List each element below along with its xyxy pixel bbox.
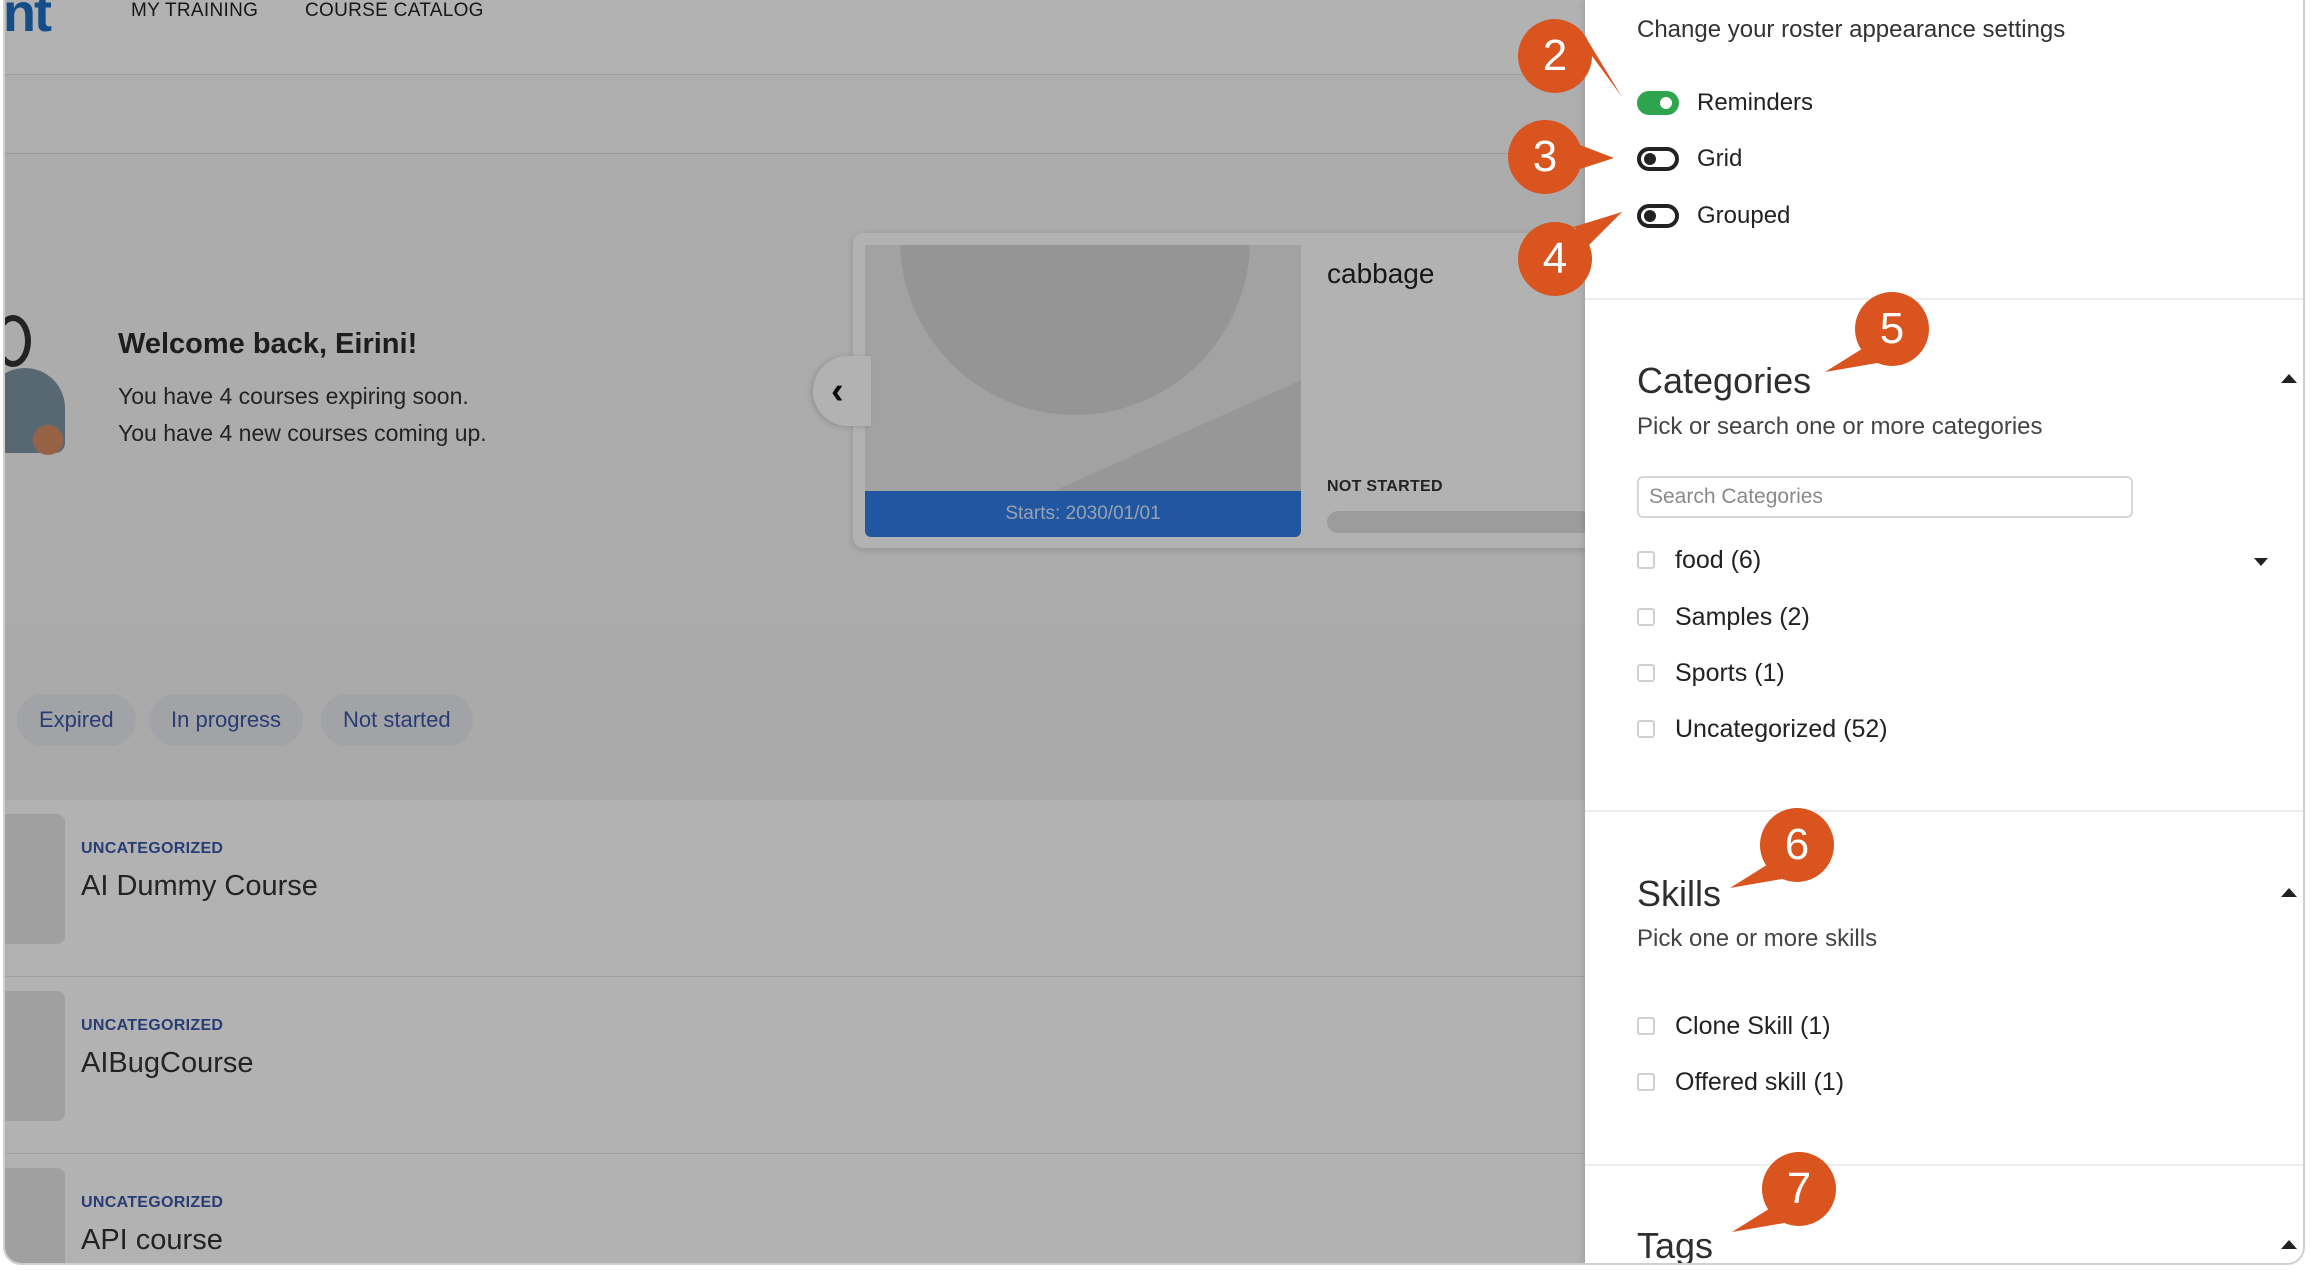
callout-number: 6 [1784,820,1810,869]
callout-marker: 5 [1825,292,1929,372]
callout-marker: 3 [1508,120,1614,194]
callout-number: 7 [1786,1164,1812,1213]
callout-number: 2 [1542,31,1568,80]
grouped-toggle[interactable] [1637,204,1679,228]
reminders-label: Reminders [1697,89,1814,116]
category-checkbox-samples[interactable] [1637,608,1655,626]
caret-up-icon[interactable] [2281,1240,2297,1249]
category-label-sports[interactable]: Sports (1) [1675,659,1785,688]
settings-panel: Change your roster appearance settings R… [1585,0,2303,1263]
grid-label: Grid [1697,145,1743,172]
skill-label-clone[interactable]: Clone Skill (1) [1675,1012,1831,1041]
tags-heading[interactable]: Tags [1637,1225,1713,1263]
callout-marker: 7 [1732,1152,1836,1232]
grouped-label: Grouped [1697,202,1791,229]
category-label-samples[interactable]: Samples (2) [1675,603,1810,632]
categories-subtitle: Pick or search one or more categories [1637,413,2043,440]
callout-number: 5 [1879,304,1905,353]
callout-number: 4 [1542,234,1568,283]
app-background: nt MY TRAINING COURSE CATALOG Welcome ba… [5,0,1585,1263]
skill-checkbox-clone[interactable] [1637,1017,1655,1035]
appearance-description: Change your roster appearance settings [1637,16,2066,43]
categories-heading[interactable]: Categories [1637,360,1811,402]
screenshot-frame: nt MY TRAINING COURSE CATALOG Welcome ba… [3,0,2305,1265]
callout-marker: 2 [1518,19,1622,97]
category-label-uncategorized[interactable]: Uncategorized (52) [1675,715,1888,744]
section-divider [1585,298,2303,300]
caret-down-icon[interactable] [2254,558,2268,566]
category-label-food[interactable]: food (6) [1675,546,1761,575]
callout-marker: 6 [1730,808,1834,888]
modal-backdrop[interactable] [5,0,1585,1263]
skill-checkbox-offered[interactable] [1637,1073,1655,1091]
category-checkbox-uncategorized[interactable] [1637,720,1655,738]
callout-number: 3 [1532,132,1558,181]
category-checkbox-food[interactable] [1637,551,1655,569]
skill-label-offered[interactable]: Offered skill (1) [1675,1068,1844,1097]
section-divider [1585,810,2303,812]
caret-up-icon[interactable] [2281,374,2297,383]
section-divider [1585,1164,2303,1166]
callout-marker: 4 [1518,212,1622,296]
caret-up-icon[interactable] [2281,888,2297,897]
grid-toggle[interactable] [1637,147,1679,171]
category-search-input[interactable] [1637,476,2133,518]
skills-heading[interactable]: Skills [1637,873,1721,915]
category-checkbox-sports[interactable] [1637,664,1655,682]
skills-subtitle: Pick one or more skills [1637,925,1878,952]
reminders-toggle[interactable] [1637,91,1679,115]
